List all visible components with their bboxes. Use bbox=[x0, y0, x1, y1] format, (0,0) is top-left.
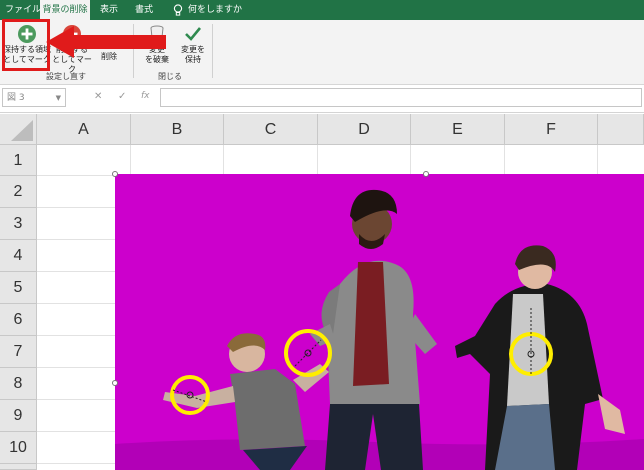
cancel-icon[interactable]: ✕ bbox=[94, 91, 102, 102]
row-header-8[interactable]: 8 bbox=[0, 368, 37, 400]
row-header-1[interactable]: 1 bbox=[0, 145, 37, 176]
column-header-f[interactable]: F bbox=[505, 114, 598, 145]
group-label-close: 閉じる bbox=[158, 72, 182, 81]
column-header-b[interactable]: B bbox=[131, 114, 224, 145]
column-header-a[interactable]: A bbox=[37, 114, 131, 145]
ribbon-tab-bar: ファイル 背景の削除 表示 書式 何をしますか bbox=[0, 0, 644, 20]
insert-function-icon[interactable]: fx bbox=[141, 91, 150, 101]
photo-background-removal-preview[interactable] bbox=[115, 174, 644, 470]
checkmark-icon bbox=[185, 27, 202, 41]
row-header-11[interactable] bbox=[0, 464, 37, 470]
column-header-g[interactable] bbox=[598, 114, 644, 145]
red-highlight-box bbox=[2, 19, 50, 71]
select-all-icon bbox=[11, 120, 33, 141]
row-header-4[interactable]: 4 bbox=[0, 240, 37, 272]
resize-handle[interactable] bbox=[112, 380, 118, 386]
tell-me-box[interactable]: 何をしますか bbox=[188, 0, 242, 20]
row-header-5[interactable]: 5 bbox=[0, 272, 37, 304]
name-box-value: 図 3 bbox=[7, 93, 25, 103]
tab-file[interactable]: ファイル bbox=[5, 0, 41, 20]
ribbon-group-divider bbox=[212, 24, 213, 78]
row-header-7[interactable]: 7 bbox=[0, 336, 37, 368]
row-header-3[interactable]: 3 bbox=[0, 208, 37, 240]
keep-changes-button[interactable]: 変更を 保持 bbox=[176, 24, 210, 65]
formula-input[interactable] bbox=[160, 88, 642, 107]
row-header-2[interactable]: 2 bbox=[0, 176, 37, 208]
resize-handle[interactable] bbox=[423, 171, 429, 177]
people-photo bbox=[115, 174, 644, 470]
formula-bar: 図 3 ▼ ✕ ✓ fx bbox=[0, 85, 644, 113]
enter-icon[interactable]: ✓ bbox=[118, 91, 126, 102]
select-all-corner[interactable] bbox=[0, 114, 37, 145]
resize-handle[interactable] bbox=[112, 171, 118, 177]
group-label-refine: 設定し直す bbox=[46, 72, 86, 81]
row-header-9[interactable]: 9 bbox=[0, 400, 37, 432]
row-header-10[interactable]: 10 bbox=[0, 432, 37, 464]
tab-background-removal[interactable]: 背景の削除 bbox=[40, 0, 90, 20]
name-box[interactable]: 図 3 ▼ bbox=[2, 88, 66, 107]
chevron-down-icon[interactable]: ▼ bbox=[56, 89, 61, 108]
tab-format[interactable]: 書式 bbox=[135, 0, 153, 20]
row-header-6[interactable]: 6 bbox=[0, 304, 37, 336]
lightbulb-icon bbox=[173, 4, 183, 16]
tab-view[interactable]: 表示 bbox=[100, 0, 118, 20]
column-header-d[interactable]: D bbox=[318, 114, 411, 145]
red-arrow-icon bbox=[46, 26, 166, 58]
column-header-c[interactable]: C bbox=[224, 114, 318, 145]
column-header-e[interactable]: E bbox=[411, 114, 505, 145]
keep-changes-label: 変更を 保持 bbox=[181, 45, 205, 64]
